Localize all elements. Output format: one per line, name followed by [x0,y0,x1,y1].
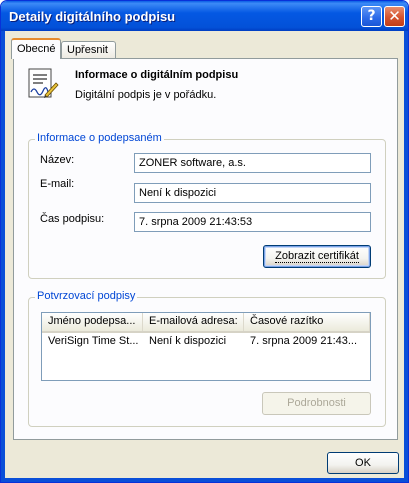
email-field[interactable]: Není k dispozici [134,183,371,203]
column-header-timestamp[interactable]: Časové razítko [244,313,370,331]
signed-document-icon [28,68,59,98]
list-header: Jméno podepsa... E-mailová adresa: Časov… [42,313,370,333]
cell-timestamp: 7. srpna 2009 21:43... [250,335,358,347]
signature-details-dialog: Detaily digitálního podpisu ? ✕ Obecné U… [0,0,409,483]
window-title: Detaily digitálního podpisu [9,9,176,24]
window-frame-right [404,31,408,482]
tab-general[interactable]: Obecné [11,38,61,59]
view-certificate-button[interactable]: Zobrazit certifikát [263,245,371,268]
help-button[interactable]: ? [361,6,382,27]
signer-info-legend: Informace o podepsaném [35,132,164,144]
question-icon: ? [367,8,376,24]
name-field[interactable]: ZONER software, a.s. [134,153,371,173]
title-bar[interactable]: Detaily digitálního podpisu ? ✕ [1,1,408,31]
view-certificate-label: Zobrazit certifikát [275,250,359,263]
countersignatures-legend: Potvrzovací podpisy [35,290,138,302]
email-label: E-mail: [40,178,75,190]
ok-button[interactable]: OK [327,452,399,474]
name-label: Název: [40,154,75,166]
column-header-signer[interactable]: Jméno podepsa... [42,313,143,331]
details-button[interactable]: Podrobnosti [262,392,371,415]
cell-email: Není k dispozici [149,335,227,347]
window-frame-bottom [1,478,408,482]
window-frame-left [1,31,5,482]
cell-signer: VeriSign Time St... [48,335,139,347]
countersignatures-list[interactable]: Jméno podepsa... E-mailová adresa: Časov… [41,312,371,381]
column-header-email[interactable]: E-mailová adresa: [143,313,244,331]
signing-time-label: Čas podpisu: [40,213,105,225]
info-title: Informace o digitálním podpisu [75,69,239,81]
close-button[interactable]: ✕ [384,6,405,27]
tab-advanced[interactable]: Upřesnit [61,41,116,59]
close-icon: ✕ [388,7,401,25]
signature-status: Digitální podpis je v pořádku. [75,89,217,101]
signing-time-field[interactable]: 7. srpna 2009 21:43:53 [134,212,371,232]
